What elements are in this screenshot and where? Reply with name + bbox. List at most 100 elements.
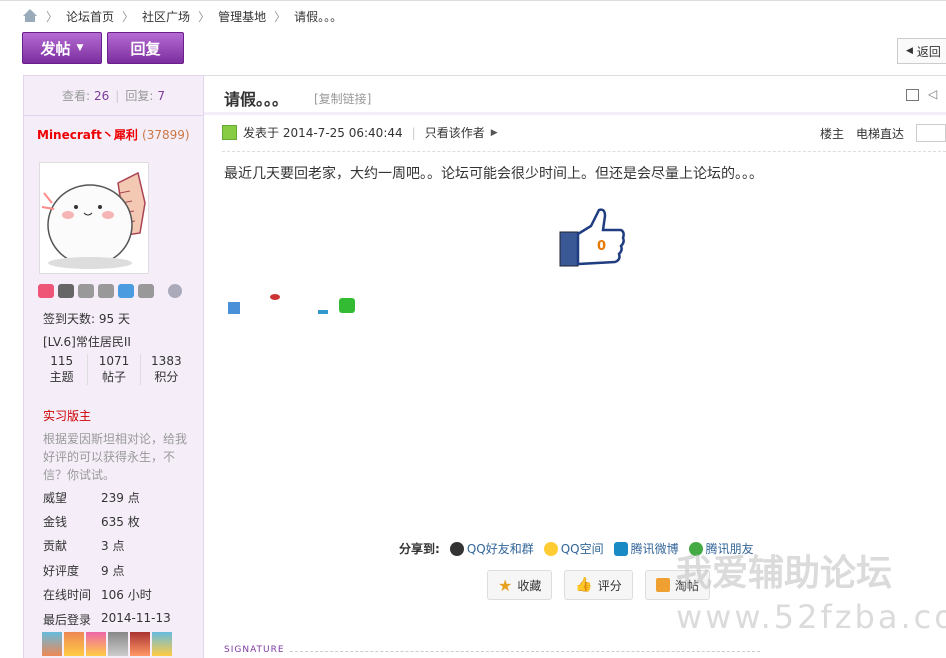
field-value: 2014-11-13 (101, 611, 171, 625)
breadcrumb-community[interactable]: 社区广场 (142, 8, 190, 25)
watermark-url: www.52fzba.com (676, 598, 946, 636)
thumb-icon: 👍 (575, 577, 593, 593)
chevron-right-icon: 〉 (122, 9, 135, 24)
favorite-button[interactable]: ★ 收藏 (487, 570, 553, 600)
breadcrumb-forum-home[interactable]: 论坛首页 (66, 8, 114, 25)
back-arrow-icon[interactable]: ◁ (928, 87, 937, 101)
count-value: 1071 (98, 354, 130, 368)
replies-label: 回复: (125, 89, 154, 103)
share-qzone[interactable]: QQ空间 (543, 540, 604, 557)
medal-icon (86, 632, 106, 656)
field-value: 239 点 (101, 491, 140, 505)
watermark-title: 我爱辅助论坛 (676, 553, 893, 594)
thumbs-up-icon (559, 208, 625, 267)
print-icon[interactable] (906, 89, 919, 101)
field-key: 金钱 (43, 515, 68, 529)
reply-label: 回复 (130, 39, 161, 58)
stats-divider: | (115, 88, 120, 103)
author-name[interactable]: Minecraft丶犀利 (37899) (37, 126, 190, 143)
like-button[interactable]: 0 (559, 208, 627, 268)
add-share-icon[interactable] (228, 302, 240, 314)
medal-icon (42, 632, 62, 656)
count-label: 主题 (49, 370, 74, 384)
replies-count: 7 (157, 88, 166, 103)
qq-icon (449, 541, 464, 556)
thread-stats: 查看: 26 | 回复: 7 (24, 76, 203, 116)
heart-badge-icon (38, 284, 54, 298)
field-value: 635 枚 (101, 515, 140, 529)
new-post-label: 发帖 (40, 39, 71, 58)
new-post-button[interactable]: 发帖 ▼ (22, 32, 102, 64)
rate-label: 评分 (597, 578, 622, 593)
medal-icon (108, 632, 128, 656)
field-key: 威望 (43, 491, 68, 505)
chevron-right-icon: 〉 (198, 9, 211, 24)
signin-days: 签到天数: 95 天 (43, 312, 130, 326)
reply-button[interactable]: 回复 (107, 32, 184, 64)
floor-jump-input[interactable] (916, 124, 946, 142)
views-label: 查看: (61, 89, 91, 103)
wechat-icon[interactable] (339, 298, 355, 313)
user-counts: 115 主题 1071 帖子 1383 积分 (36, 354, 192, 385)
help-icon[interactable] (168, 284, 182, 298)
rate-button[interactable]: 👍 评分 (564, 570, 633, 600)
count-label: 积分 (154, 370, 179, 384)
user-level[interactable]: [LV.6]常住居民II (43, 333, 131, 350)
back-label: 返回 (916, 44, 941, 59)
meta-separator (222, 151, 946, 152)
caret-down-icon: ▼ (76, 43, 84, 53)
chat-badge-icon (58, 284, 74, 298)
user-role: 实习版主 (43, 409, 92, 423)
post-title: 请假。。。 (224, 90, 289, 109)
tencent-icon[interactable] (318, 310, 328, 314)
field-key: 在线时间 (43, 588, 92, 602)
field-value: 9 点 (101, 564, 125, 578)
copy-link-button[interactable]: [复制链接] (314, 90, 371, 107)
count-value: 1383 (151, 354, 182, 368)
meta-divider: | (411, 125, 416, 140)
medal-icon (64, 632, 84, 656)
post-body: 最近几天要回老家，大约一周吧。。论坛可能会很少时间上。但还是会尽量上论坛的。。。 (224, 166, 763, 182)
favorite-label: 收藏 (517, 578, 542, 593)
floor-label: 楼主 (820, 126, 845, 141)
post-title-bar: 请假。。。 [复制链接] ◁ (204, 75, 946, 115)
share-tencent-weibo[interactable]: 腾讯微博 (613, 540, 679, 557)
chat-badge-icon (118, 284, 134, 298)
field-key: 好评度 (43, 564, 80, 578)
author-name-text[interactable]: Minecraft丶犀利 (37, 128, 138, 142)
field-key: 贡献 (43, 539, 68, 553)
share-label: 分享到: (399, 542, 440, 556)
breadcrumb-current: 请假。。。 (294, 9, 343, 24)
signature-label: SIGNATURE (224, 645, 285, 655)
share-qzone-label: QQ空间 (560, 542, 604, 556)
collect-icon (655, 578, 670, 592)
home-icon[interactable] (22, 9, 38, 23)
medal-strip (42, 632, 172, 656)
back-arrow-icon: ◀ (906, 46, 913, 56)
only-author-link[interactable]: 只看该作者 (425, 124, 485, 141)
count-points[interactable]: 1383 积分 (141, 354, 192, 385)
avatar[interactable] (39, 162, 149, 274)
medal-icon (130, 632, 150, 656)
count-label: 帖子 (101, 370, 126, 384)
count-posts[interactable]: 1071 帖子 (88, 354, 141, 385)
online-status-icon (222, 125, 237, 140)
back-button[interactable]: ◀ 返回 (897, 38, 946, 64)
top-border (0, 0, 946, 1)
diamond-icon (78, 284, 94, 298)
breadcrumb-admin-base[interactable]: 管理基地 (218, 8, 266, 25)
share-tencent-weibo-label: 腾讯微博 (630, 542, 679, 556)
signature-line (290, 651, 760, 652)
post-date: 发表于 2014-7-25 06:40:44 (243, 126, 403, 140)
like-count: 0 (597, 239, 607, 254)
count-threads[interactable]: 115 主题 (36, 354, 89, 385)
share-qq-friends[interactable]: QQ好友和群 (449, 540, 534, 557)
weibo-icon[interactable] (270, 294, 280, 300)
breadcrumb: 〉 论坛首页 〉 社区广场 〉 管理基地 〉 请假。。。 (22, 4, 342, 28)
tencent-weibo-icon (613, 541, 628, 556)
qzone-icon (543, 541, 558, 556)
field-key: 最后登录 (43, 613, 92, 627)
views-count: 26 (94, 88, 110, 103)
count-value: 115 (50, 354, 74, 368)
share-qq-friends-label: QQ好友和群 (466, 542, 534, 556)
